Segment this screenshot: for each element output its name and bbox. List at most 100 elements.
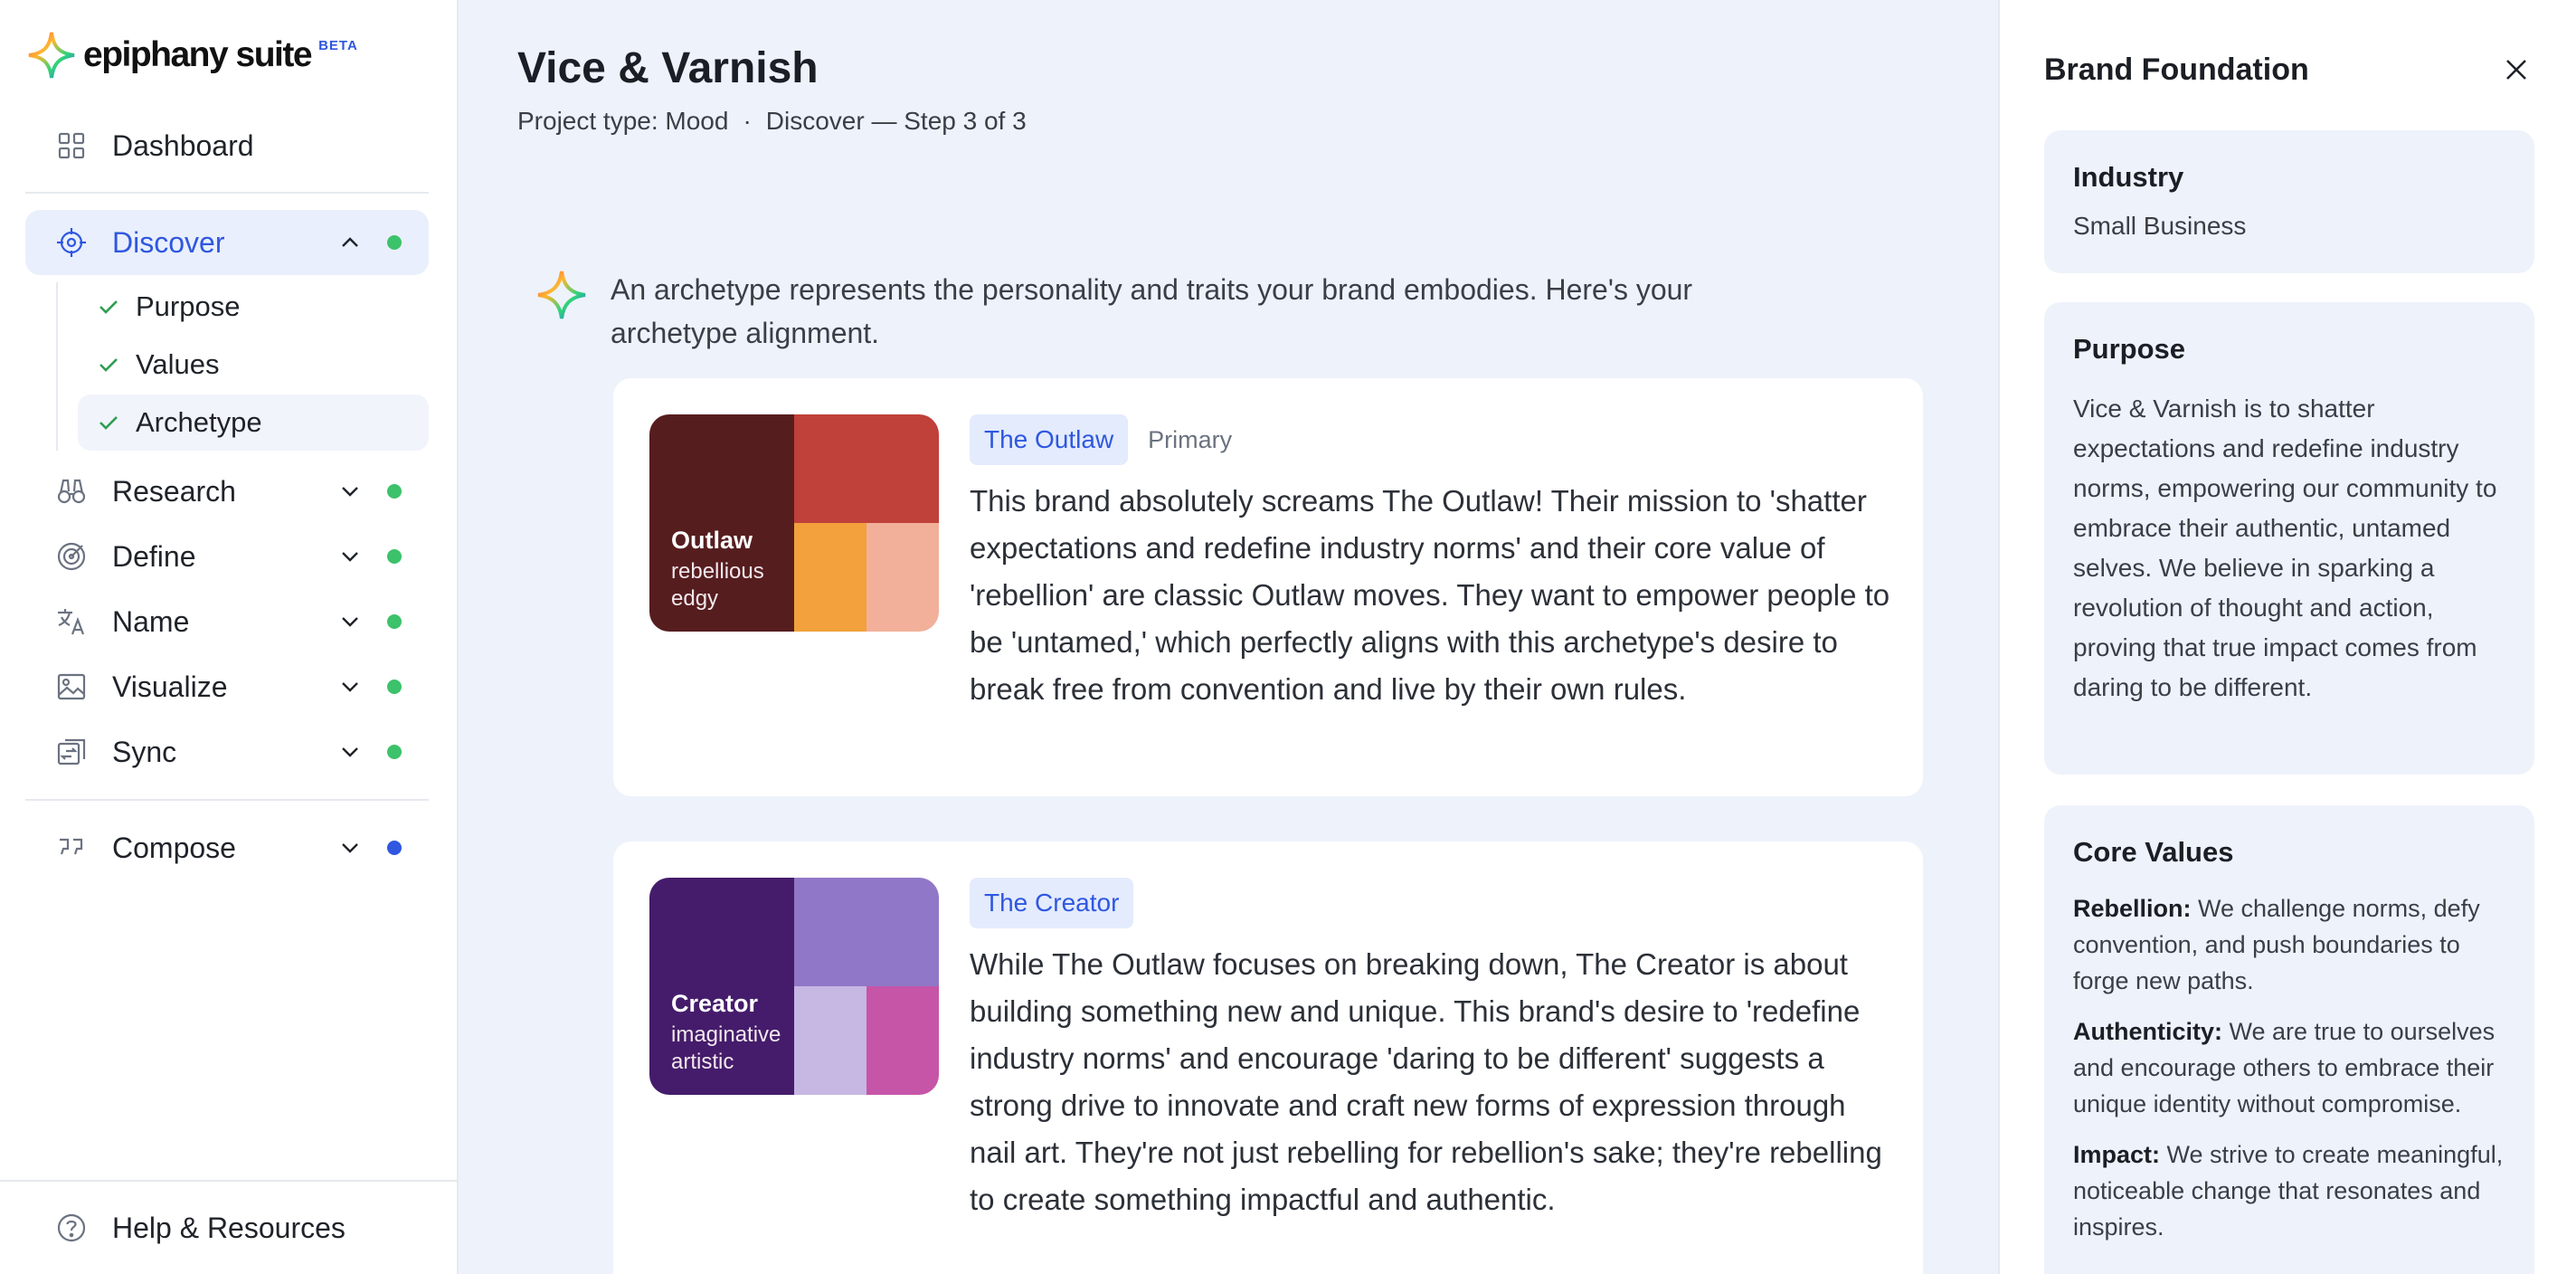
archetype-description: This brand absolutely screams The Outlaw…: [970, 484, 1890, 706]
translate-icon: [56, 606, 87, 637]
card-tags: The Outlaw Primary: [970, 414, 1232, 465]
nav-compose[interactable]: Compose: [25, 815, 429, 880]
archetype-description: While The Outlaw focuses on breaking dow…: [970, 947, 1882, 1216]
status-dot: [387, 841, 402, 855]
image-icon: [56, 671, 87, 702]
chevron-down-icon[interactable]: [338, 740, 362, 764]
intro-text: An archetype represents the personality …: [611, 273, 1693, 349]
subnav-purpose[interactable]: Purpose: [78, 279, 429, 335]
chevron-up-icon[interactable]: [338, 231, 362, 254]
core-values-list: Rebellion: We challenge norms, defy conv…: [2073, 890, 2516, 1260]
chevron-down-icon[interactable]: [338, 480, 362, 503]
swatch-trait: artistic: [671, 1050, 734, 1074]
nav-define[interactable]: Define: [25, 524, 429, 589]
archetype-swatch: Creator imaginative artistic: [649, 878, 939, 1095]
sidebar: epiphany suite BETA Dashboard Discover P…: [0, 0, 459, 1274]
subnav-label: Purpose: [136, 290, 241, 322]
core-value-item: Rebellion: We challenge norms, defy conv…: [2073, 890, 2516, 999]
nav-dashboard-label: Dashboard: [112, 128, 254, 162]
help-label: Help & Resources: [112, 1211, 346, 1244]
subnav-values[interactable]: Values: [78, 337, 429, 393]
nav-compose-label: Compose: [112, 831, 236, 864]
purpose-card: Purpose Vice & Varnish is to shatter exp…: [2044, 302, 2534, 775]
swatch-name: Outlaw: [671, 527, 753, 554]
archetype-swatch: Outlaw rebellious edgy: [649, 414, 939, 632]
nav-discover[interactable]: Discover: [25, 210, 429, 275]
nav-dashboard[interactable]: Dashboard: [25, 113, 429, 178]
swatch-color: [867, 523, 939, 632]
nav-research[interactable]: Research: [25, 459, 429, 524]
separator-dot: ·: [743, 107, 752, 135]
status-dot: [387, 680, 402, 694]
subnav-label: Archetype: [136, 406, 262, 438]
card-tags: The Creator: [970, 878, 1134, 928]
swatch-trait: rebellious: [671, 559, 764, 584]
core-values-card: Core Values Rebellion: We challenge norm…: [2044, 805, 2534, 1274]
swatch-color: [794, 523, 867, 632]
nav-sync-label: Sync: [112, 735, 177, 768]
swatch-color: [867, 986, 939, 1095]
page-title: Vice & Varnish: [517, 44, 819, 92]
chevron-down-icon[interactable]: [338, 545, 362, 568]
status-dot: [387, 235, 402, 250]
assistant-message: An archetype represents the personality …: [535, 268, 1801, 355]
sync-icon: [56, 737, 87, 767]
nav-visualize-label: Visualize: [112, 670, 228, 703]
beta-badge: BETA: [318, 37, 358, 53]
close-icon[interactable]: [2503, 56, 2530, 83]
nav-discover-label: Discover: [112, 225, 225, 259]
archetype-tag: The Outlaw: [970, 414, 1129, 465]
subnav-label: Values: [136, 348, 220, 380]
main-content: Vice & Varnish Project type: Mood · Disc…: [460, 0, 1998, 1274]
swatch-trait: edgy: [671, 586, 719, 611]
chevron-down-icon[interactable]: [338, 836, 362, 860]
check-icon: [98, 295, 121, 318]
core-value-item: Authenticity: We are true to ourselves a…: [2073, 1013, 2516, 1122]
nav-visualize[interactable]: Visualize: [25, 654, 429, 719]
page-subtitle: Project type: Mood · Discover — Step 3 o…: [517, 107, 1027, 136]
nav-research-label: Research: [112, 474, 236, 508]
status-dot: [387, 484, 402, 499]
nav-name-label: Name: [112, 604, 190, 638]
nav-name[interactable]: Name: [25, 589, 429, 654]
quote-icon: [56, 832, 87, 863]
swatch-color: [794, 878, 939, 986]
status-dot: [387, 614, 402, 629]
core-value-item: Impact: We strive to create meaningful, …: [2073, 1136, 2516, 1245]
industry-card: Industry Small Business: [2044, 130, 2534, 273]
swatch-name: Creator: [671, 990, 759, 1017]
archetype-role: Primary: [1148, 425, 1233, 453]
sidebar-divider: [25, 192, 429, 194]
core-value-name: Authenticity:: [2073, 1018, 2222, 1045]
binoculars-icon: [56, 476, 87, 507]
step-indicator: Discover — Step 3 of 3: [765, 107, 1027, 135]
industry-value: Small Business: [2073, 212, 2247, 240]
archetype-card-outlaw: Outlaw rebellious edgy The Outlaw Primar…: [613, 378, 1923, 796]
logo-text: epiphany suite: [83, 35, 313, 74]
check-icon: [98, 411, 121, 434]
nav-define-label: Define: [112, 539, 196, 573]
subnav-archetype[interactable]: Archetype: [78, 395, 429, 451]
chevron-down-icon[interactable]: [338, 675, 362, 699]
purpose-heading: Purpose: [2073, 333, 2186, 365]
chevron-down-icon[interactable]: [338, 610, 362, 633]
archetype-card-creator: Creator imaginative artistic The Creator…: [613, 841, 1923, 1274]
project-type: Project type: Mood: [517, 107, 729, 135]
purpose-value: Vice & Varnish is to shatter expectation…: [2073, 395, 2497, 701]
subnav-line: [56, 282, 58, 451]
swatch-color: [794, 986, 867, 1095]
help-resources[interactable]: Help & Resources: [0, 1180, 458, 1274]
sidebar-divider: [25, 799, 429, 801]
brand-foundation-panel: Brand Foundation Industry Small Business…: [1998, 0, 2576, 1274]
app-logo[interactable]: epiphany suite BETA: [27, 31, 358, 80]
check-icon: [98, 353, 121, 376]
target-icon: [56, 541, 87, 572]
nav-sync[interactable]: Sync: [25, 719, 429, 784]
sparkle-icon: [537, 271, 586, 319]
core-value-name: Impact:: [2073, 1141, 2161, 1168]
help-icon: [56, 1212, 87, 1243]
status-dot: [387, 745, 402, 759]
swatch-trait: imaginative: [671, 1022, 781, 1047]
swatch-color: [794, 414, 939, 523]
archetype-tag: The Creator: [970, 878, 1134, 928]
